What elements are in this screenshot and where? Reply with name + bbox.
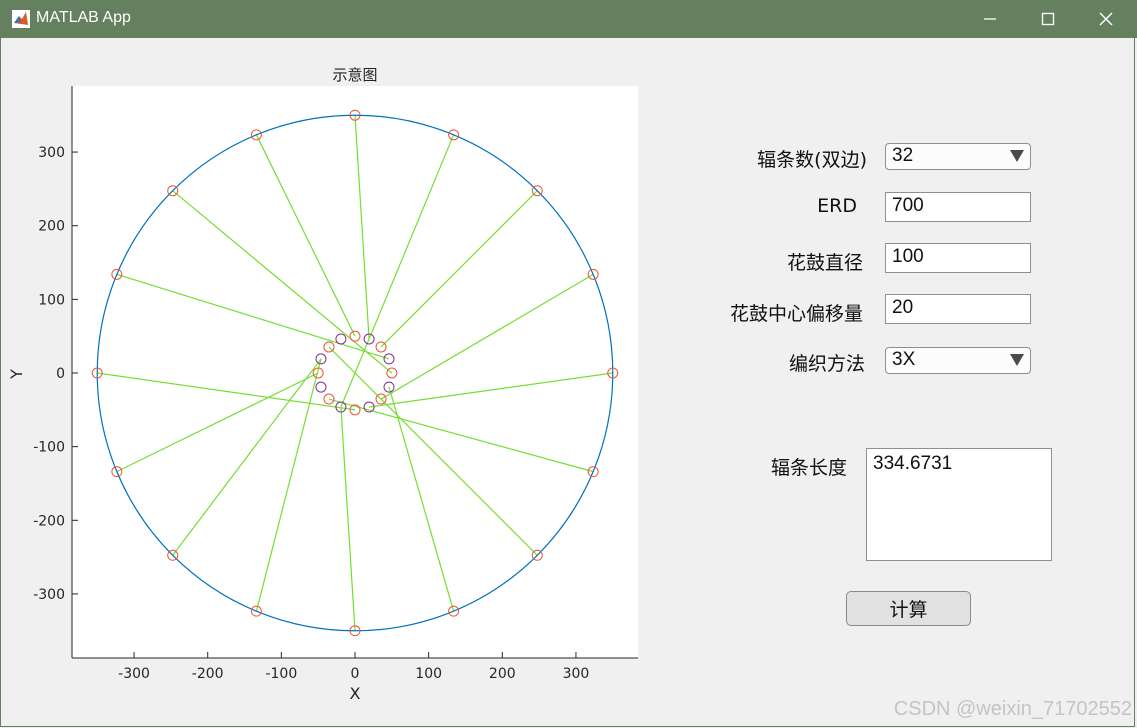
hub-diameter-label: 花鼓直径 xyxy=(786,252,863,274)
x-tick-label: -200 xyxy=(192,666,224,682)
spokes-label: 辐条数(双边) xyxy=(757,149,867,171)
close-button[interactable] xyxy=(1077,0,1135,38)
x-tick-label: 200 xyxy=(489,666,516,682)
hub-diameter-field[interactable]: 100 xyxy=(885,243,1031,273)
close-icon xyxy=(1099,12,1113,26)
hub-diameter-value: 100 xyxy=(892,246,924,267)
maximize-button[interactable] xyxy=(1019,0,1077,38)
spokes-value: 32 xyxy=(892,145,914,166)
hub-offset-field[interactable]: 20 xyxy=(885,294,1031,324)
maximize-icon xyxy=(1041,12,1055,26)
x-tick-label: 300 xyxy=(563,666,590,682)
window-title: MATLAB App xyxy=(36,9,131,26)
calculate-button-label: 计算 xyxy=(889,599,928,621)
title-bar: MATLAB App xyxy=(0,0,1137,38)
y-tick-label: 300 xyxy=(38,145,65,161)
spoke-length-value: 334.6731 xyxy=(873,453,953,474)
minimize-button[interactable] xyxy=(961,0,1019,38)
x-tick-label: 0 xyxy=(351,666,360,682)
y-axis-label: Y xyxy=(7,369,26,380)
lacing-dropdown[interactable]: 3X xyxy=(885,347,1031,374)
watermark: CSDN @weixin_71702552 xyxy=(893,698,1132,720)
hub-offset-label: 花鼓中心偏移量 xyxy=(729,303,863,325)
erd-label: ERD xyxy=(817,195,857,217)
spoke-length-label: 辐条长度 xyxy=(770,457,847,479)
schematic-chart: 示意图 -300 -200 -100 0 100 200 300 -300 -200 -100 0… xyxy=(7,66,638,703)
y-ticks: -300 -200 -100 0 100 200 300 xyxy=(33,145,78,603)
chevron-down-icon xyxy=(1010,354,1024,366)
matlab-logo-icon xyxy=(12,10,30,28)
hub-offset-value: 20 xyxy=(892,297,914,318)
spokes-dropdown[interactable]: 32 xyxy=(885,143,1031,170)
spoke-length-output[interactable]: 334.6731 xyxy=(866,448,1052,561)
erd-value: 700 xyxy=(892,195,924,216)
chevron-down-icon xyxy=(1010,150,1024,162)
x-tick-label: 100 xyxy=(415,666,442,682)
calculate-button[interactable]: 计算 xyxy=(846,591,971,626)
x-axis-label: X xyxy=(350,684,361,703)
minimize-icon xyxy=(984,18,996,20)
y-tick-label: 0 xyxy=(56,366,65,382)
y-tick-label: -200 xyxy=(33,513,65,529)
y-tick-label: 200 xyxy=(38,219,65,235)
lacing-value: 3X xyxy=(892,349,916,370)
lacing-label: 编织方法 xyxy=(788,353,865,375)
chart-title: 示意图 xyxy=(332,66,377,84)
y-tick-label: -100 xyxy=(33,440,65,456)
y-tick-label: -300 xyxy=(33,587,65,603)
y-tick-label: 100 xyxy=(38,292,65,308)
erd-field[interactable]: 700 xyxy=(885,192,1031,222)
x-tick-label: -300 xyxy=(118,666,150,682)
x-tick-label: -100 xyxy=(265,666,297,682)
